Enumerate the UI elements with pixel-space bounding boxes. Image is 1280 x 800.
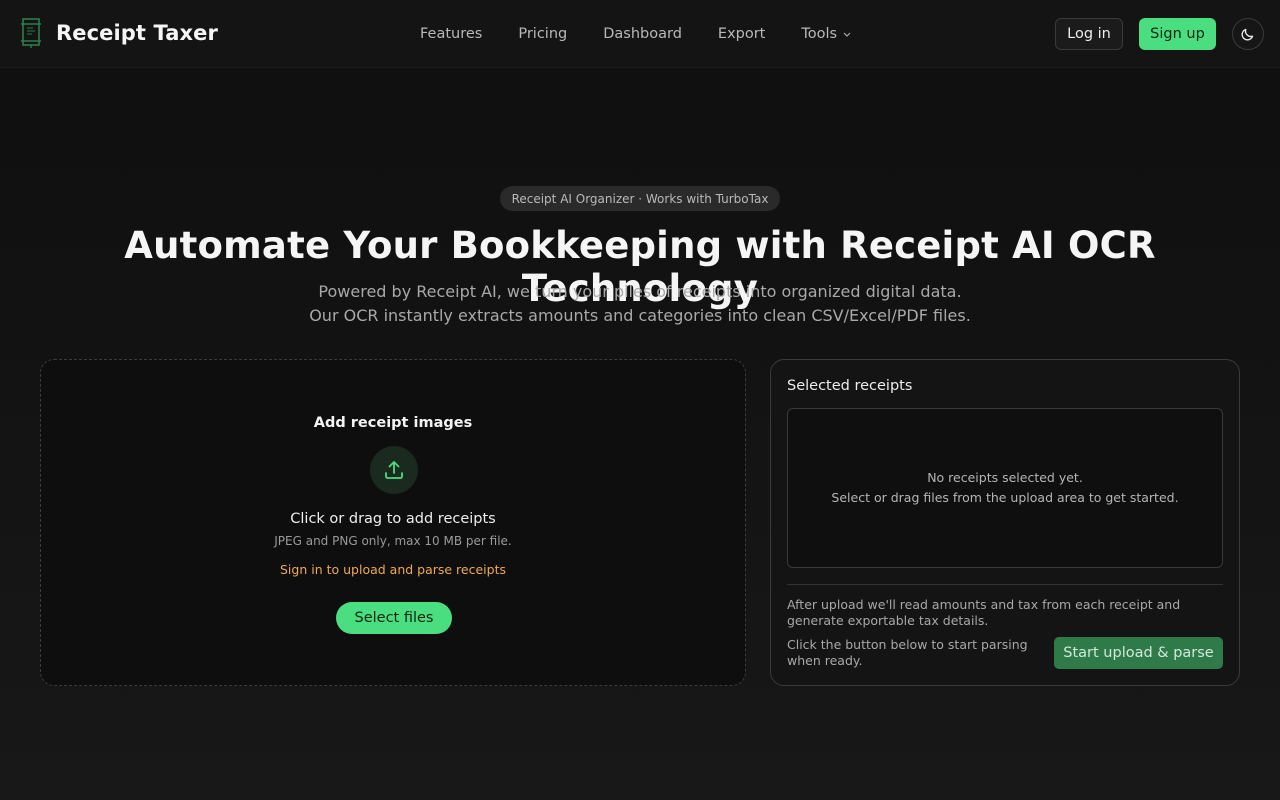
theme-toggle-button[interactable] (1232, 18, 1264, 50)
upload-title: Add receipt images (313, 415, 473, 431)
receipt-logo-icon (21, 18, 41, 48)
start-upload-parse-button[interactable]: Start upload & parse (1054, 637, 1223, 669)
upload-dropzone[interactable]: Add receipt images Click or drag to add … (40, 359, 746, 686)
selected-receipts-panel: Selected receipts No receipts selected y… (770, 359, 1240, 686)
nav-link-dashboard[interactable]: Dashboard (603, 26, 682, 42)
nav-link-features[interactable]: Features (420, 26, 482, 42)
main-nav: Features Pricing Dashboard Export Tools (420, 0, 888, 68)
divider (787, 584, 1223, 585)
empty-state-hint: Select or drag files from the upload are… (831, 490, 1179, 505)
parse-info-note: After upload we'll read amounts and tax … (787, 597, 1181, 628)
chevron-down-icon (843, 32, 851, 37)
top-navbar: Receipt Taxer Features Pricing Dashboard… (0, 0, 1280, 68)
selected-receipts-title: Selected receipts (787, 378, 913, 394)
brand[interactable]: Receipt Taxer (20, 17, 218, 49)
hero-subtitle-line-1: Powered by Receipt AI, we turn your pile… (318, 282, 962, 301)
upload-icon-badge (370, 446, 418, 494)
hero-badge: Receipt AI Organizer · Works with TurboT… (500, 186, 780, 211)
upload-icon (385, 461, 403, 479)
hero-subtitle-line-2: Our OCR instantly extracts amounts and c… (309, 306, 971, 325)
upload-signin-link[interactable]: Sign in to upload and parse receipts (41, 562, 745, 577)
upload-instruction: Click or drag to add receipts (290, 511, 496, 527)
brand-name: Receipt Taxer (56, 21, 218, 45)
login-button[interactable]: Log in (1055, 18, 1123, 50)
nav-link-tools[interactable]: Tools (801, 26, 852, 42)
hero-subtitle: Powered by Receipt AI, we turn your pile… (0, 280, 1280, 328)
nav-link-export[interactable]: Export (718, 26, 765, 42)
selected-receipts-list: No receipts selected yet. Select or drag… (787, 408, 1223, 568)
parse-start-hint: Click the button below to start parsing … (787, 637, 1028, 668)
nav-link-tools-label: Tools (801, 26, 838, 42)
empty-state-title: No receipts selected yet. (927, 470, 1083, 485)
nav-link-pricing[interactable]: Pricing (518, 26, 567, 42)
select-files-button[interactable]: Select files (336, 602, 452, 634)
upload-file-hint: JPEG and PNG only, max 10 MB per file. (274, 534, 512, 548)
signup-button[interactable]: Sign up (1139, 18, 1216, 50)
moon-icon (1241, 28, 1254, 41)
